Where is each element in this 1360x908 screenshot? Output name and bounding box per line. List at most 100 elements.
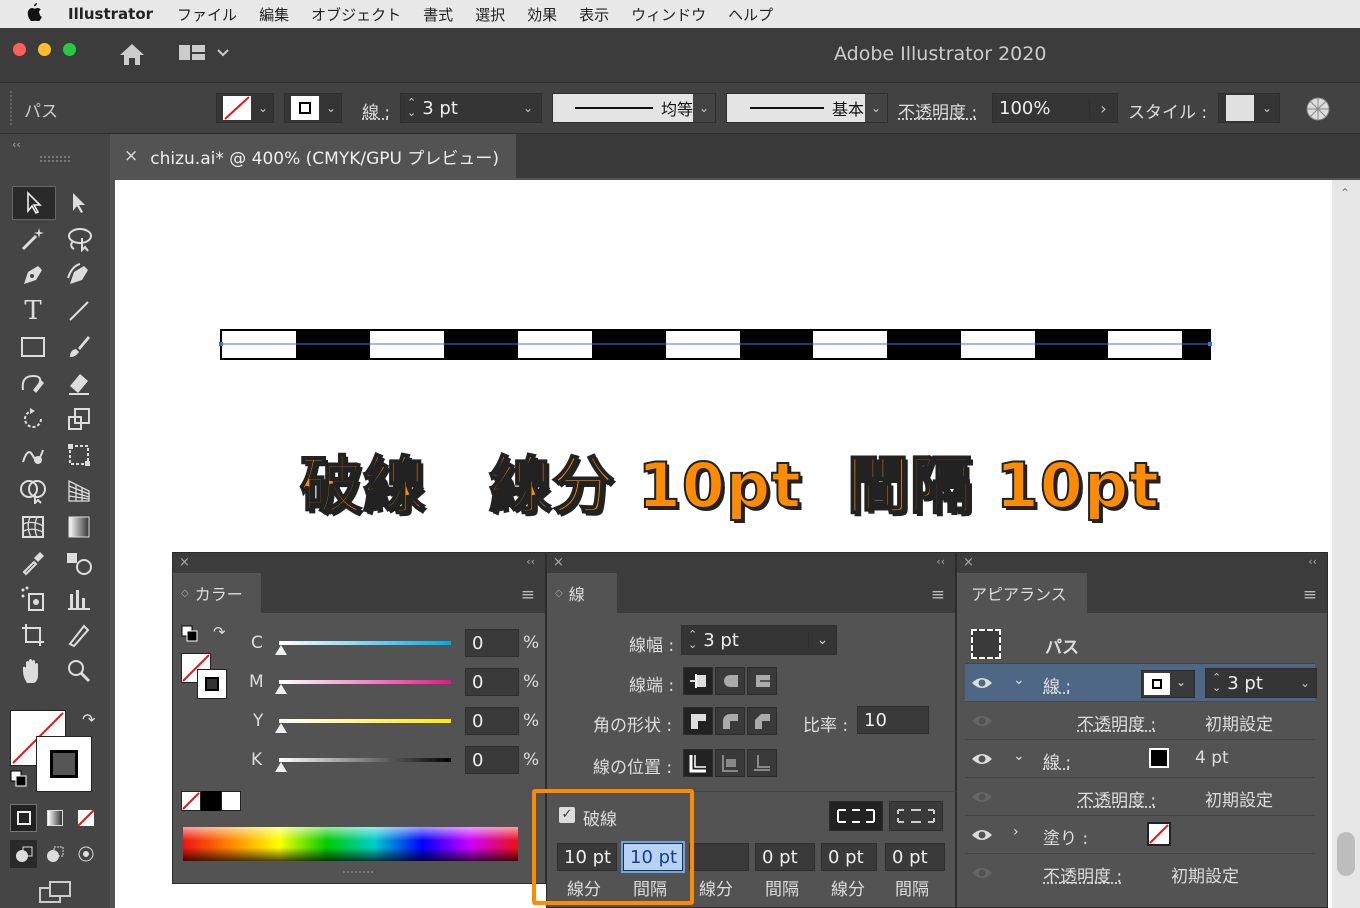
magenta-slider[interactable] [279, 680, 451, 684]
draw-inside-icon[interactable] [73, 840, 100, 868]
stroke-2-label[interactable]: 線 : [1043, 748, 1071, 773]
close-tab-icon[interactable]: × [124, 146, 138, 166]
eraser-tool-icon[interactable] [64, 368, 94, 398]
weight-value[interactable]: 3 pt [703, 630, 739, 651]
align-inside-icon[interactable] [715, 749, 745, 777]
magenta-slider-thumb[interactable] [275, 684, 287, 694]
shape-builder-tool-icon[interactable] [18, 476, 48, 506]
draw-normal-icon[interactable] [10, 840, 38, 868]
appearance-stroke-row-2[interactable]: ⌄ 線 : 4 pt [965, 739, 1315, 777]
stroke-weight-field[interactable]: ⌃ ⌄ 3 pt ⌄ [400, 93, 542, 123]
eyedropper-tool-icon[interactable] [18, 548, 48, 578]
menu-window[interactable]: ウィンドウ [631, 4, 706, 25]
stroke-swatch-dropdown[interactable]: ⌄ [284, 93, 342, 123]
opacity-label[interactable]: 不透明度 : [898, 98, 977, 123]
blend-tool-icon[interactable] [64, 548, 94, 578]
curvature-tool-icon[interactable] [64, 260, 94, 290]
opacity-2-label[interactable]: 不透明度 : [1077, 786, 1156, 811]
opacity-3-label[interactable]: 不透明度 : [1043, 862, 1122, 887]
default-colors-icon[interactable] [10, 770, 28, 788]
visibility-eye-icon[interactable] [971, 787, 993, 807]
fill-label[interactable]: 塗り : [1043, 824, 1088, 849]
stroke-weight-value[interactable]: 3 pt [422, 98, 458, 119]
yellow-slider-thumb[interactable] [275, 723, 287, 733]
rotate-tool-icon[interactable] [18, 404, 48, 434]
cyan-slider[interactable] [279, 641, 451, 645]
mini-stroke-swatch[interactable] [197, 669, 227, 699]
mini-default-colors-icon[interactable] [181, 625, 199, 647]
appearance-fill-row[interactable]: › 塗り : [965, 815, 1315, 853]
yellow-slider[interactable] [279, 719, 451, 723]
panel-menu-icon[interactable]: ≡ [1303, 585, 1317, 605]
cyan-field[interactable]: 0 [465, 629, 519, 657]
line-segment-tool-icon[interactable] [64, 296, 94, 326]
stepper-icon[interactable]: ⌃ ⌄ [688, 629, 697, 650]
black-quick-swatch[interactable] [201, 791, 221, 811]
color-spectrum[interactable] [183, 827, 518, 861]
graphic-style-dropdown[interactable]: ⌄ [1218, 93, 1280, 123]
cyan-slider-thumb[interactable] [275, 645, 287, 655]
stroke-tab[interactable]: ◇ 線 [547, 573, 617, 613]
close-window-button[interactable] [13, 43, 26, 56]
mini-swap-icon[interactable]: ↷ [213, 623, 226, 641]
menu-help[interactable]: ヘルプ [728, 4, 773, 25]
zoom-window-button[interactable] [63, 43, 76, 56]
direct-selection-tool-icon[interactable] [64, 188, 94, 218]
collapse-panel-icon[interactable]: ‹‹ [936, 555, 945, 568]
scroll-up-icon[interactable]: ⌃ [1340, 186, 1350, 200]
stepper-icon[interactable]: ⌃ ⌄ [1212, 672, 1221, 693]
stroke-swatch[interactable] [36, 736, 92, 792]
type-tool-icon[interactable]: T [18, 296, 48, 326]
visibility-eye-icon[interactable] [971, 863, 993, 883]
swap-fill-stroke-icon[interactable]: ↷ [82, 710, 95, 729]
dash-preserve-icon[interactable] [829, 801, 883, 831]
symbol-sprayer-tool-icon[interactable] [18, 584, 48, 614]
fill-stroke-widget[interactable]: ↷ [10, 708, 110, 798]
close-panel-icon[interactable]: × [553, 555, 564, 570]
yellow-field[interactable]: 0 [465, 707, 519, 735]
bevel-join-icon[interactable] [747, 707, 777, 735]
artboard-tool-icon[interactable] [18, 620, 48, 650]
home-icon[interactable] [118, 42, 146, 70]
close-panel-icon[interactable]: × [179, 555, 190, 570]
scroll-thumb[interactable] [1337, 832, 1355, 876]
visibility-eye-icon[interactable] [971, 673, 993, 693]
mesh-tool-icon[interactable] [18, 512, 48, 542]
appearance-opacity-row-1[interactable]: 不透明度 : 初期設定 [965, 701, 1315, 739]
vertical-scrollbar[interactable]: ⌃ [1332, 180, 1360, 908]
opacity-value[interactable]: 100% [999, 98, 1050, 119]
menu-edit[interactable]: 編集 [259, 4, 289, 25]
shaper-tool-icon[interactable] [18, 368, 48, 398]
brush-definition[interactable]: 基本 ⌄ [726, 93, 888, 123]
screen-mode-icon[interactable] [38, 880, 74, 908]
none-quick-swatch[interactable] [181, 791, 201, 811]
stroke-1-label[interactable]: 線 : [1043, 672, 1071, 697]
warp-tool-icon[interactable] [18, 440, 48, 470]
chevron-down-icon[interactable]: ⌄ [1013, 748, 1025, 764]
menu-select[interactable]: 選択 [475, 4, 505, 25]
dash-3-field[interactable]: 0 pt [821, 843, 877, 871]
stroke-1-weight-value[interactable]: 3 pt [1227, 673, 1263, 694]
panel-menu-icon[interactable]: ≡ [521, 585, 535, 605]
panel-menu-icon[interactable]: ≡ [931, 585, 945, 605]
appearance-stroke-row-1[interactable]: ⌄ 線 : ⌄ ⌃ ⌄ 3 pt ⌄ [965, 663, 1317, 701]
scale-tool-icon[interactable] [64, 404, 94, 434]
pen-tool-icon[interactable] [18, 260, 48, 290]
weight-field[interactable]: ⌃ ⌄ 3 pt ⌄ [681, 625, 837, 655]
projecting-cap-icon[interactable] [747, 667, 777, 695]
gradient-mode-icon[interactable] [41, 804, 68, 832]
collapse-panel-icon[interactable]: ‹‹ [1308, 555, 1317, 568]
color-mode-icon[interactable] [10, 804, 38, 832]
color-tab[interactable]: ◇ カラー [173, 573, 261, 613]
visibility-eye-icon[interactable] [971, 711, 993, 731]
perspective-grid-tool-icon[interactable] [64, 476, 94, 506]
align-center-icon[interactable] [683, 749, 713, 777]
zoom-tool-icon[interactable] [64, 656, 94, 686]
stroke-1-weight[interactable]: ⌃ ⌄ 3 pt ⌄ [1205, 668, 1317, 698]
black-field[interactable]: 0 [465, 746, 519, 774]
limit-field[interactable]: 10 [857, 706, 929, 734]
control-grip[interactable] [10, 91, 12, 125]
selection-tool-icon[interactable] [12, 186, 56, 220]
menu-object[interactable]: オブジェクト [311, 4, 401, 25]
round-join-icon[interactable] [715, 707, 745, 735]
